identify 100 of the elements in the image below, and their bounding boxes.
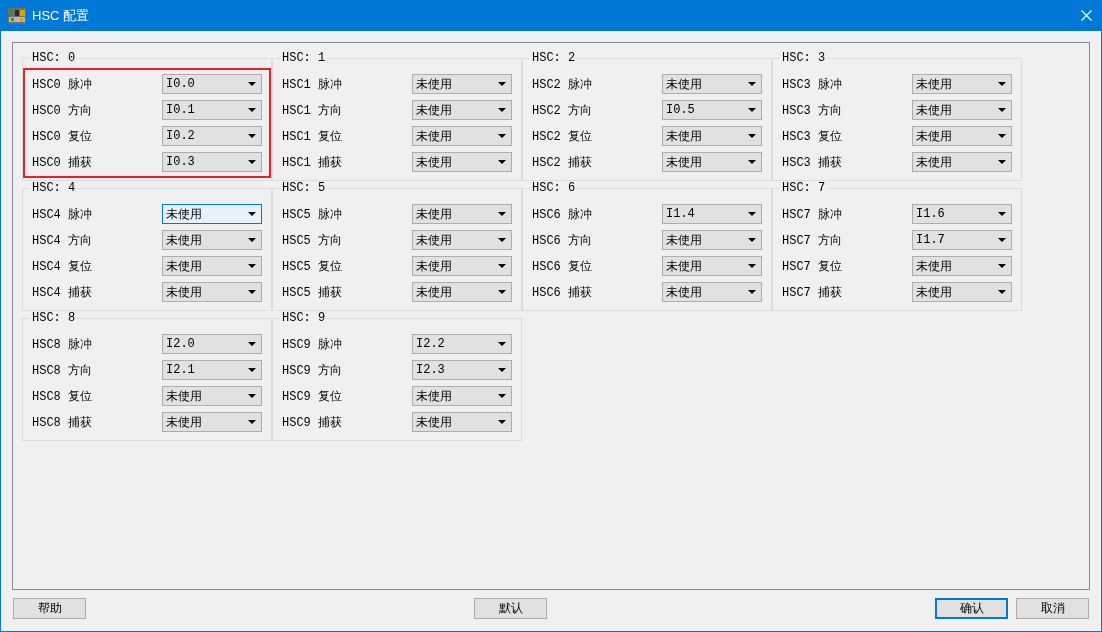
field-label: HSC0 脉冲 xyxy=(32,76,92,93)
dropdown[interactable]: 未使用 xyxy=(912,126,1012,146)
caret-icon xyxy=(248,368,256,372)
field-label: HSC4 方向 xyxy=(32,232,92,249)
dialog-button[interactable]: 默认 xyxy=(474,598,547,619)
dropdown[interactable]: I2.0 xyxy=(162,334,262,354)
field-label: HSC2 捕获 xyxy=(532,154,592,171)
caret-icon xyxy=(998,160,1006,164)
dropdown[interactable]: 未使用 xyxy=(412,230,512,250)
caret-icon xyxy=(748,238,756,242)
dropdown[interactable]: I1.6 xyxy=(912,204,1012,224)
dropdown[interactable]: 未使用 xyxy=(412,386,512,406)
dropdown[interactable]: 未使用 xyxy=(662,230,762,250)
dropdown[interactable]: 未使用 xyxy=(662,152,762,172)
dropdown[interactable]: I0.5 xyxy=(662,100,762,120)
field-label: HSC7 复位 xyxy=(782,258,842,275)
caret-icon xyxy=(248,238,256,242)
dropdown[interactable]: I2.1 xyxy=(162,360,262,380)
dialog-button[interactable]: 帮助 xyxy=(13,598,86,619)
dropdown[interactable]: 未使用 xyxy=(412,282,512,302)
caret-icon xyxy=(498,368,506,372)
dropdown[interactable]: I0.3 xyxy=(162,152,262,172)
field-label: HSC5 捕获 xyxy=(282,284,342,301)
caret-icon xyxy=(998,264,1006,268)
caret-icon xyxy=(248,342,256,346)
dropdown[interactable]: 未使用 xyxy=(162,282,262,302)
dropdown[interactable]: I1.4 xyxy=(662,204,762,224)
group-title: HSC: 6 xyxy=(531,181,577,195)
caret-icon xyxy=(498,212,506,216)
dropdown[interactable]: I0.2 xyxy=(162,126,262,146)
field-label: HSC2 方向 xyxy=(532,102,592,119)
caret-icon xyxy=(498,342,506,346)
caret-icon xyxy=(248,212,256,216)
field-label: HSC0 方向 xyxy=(32,102,92,119)
dropdown[interactable]: I0.0 xyxy=(162,74,262,94)
dropdown[interactable]: 未使用 xyxy=(662,74,762,94)
field-label: HSC3 捕获 xyxy=(782,154,842,171)
dropdown[interactable]: 未使用 xyxy=(162,204,262,224)
dropdown[interactable]: 未使用 xyxy=(912,152,1012,172)
caret-icon xyxy=(498,82,506,86)
field-label: HSC3 方向 xyxy=(782,102,842,119)
field-label: HSC6 捕获 xyxy=(532,284,592,301)
field-label: HSC2 复位 xyxy=(532,128,592,145)
caret-icon xyxy=(248,420,256,424)
dropdown[interactable]: 未使用 xyxy=(912,256,1012,276)
group-title: HSC: 8 xyxy=(31,311,77,325)
caret-icon xyxy=(748,264,756,268)
dropdown[interactable]: 未使用 xyxy=(412,204,512,224)
dropdown[interactable]: I0.1 xyxy=(162,100,262,120)
field-label: HSC8 方向 xyxy=(32,362,92,379)
caret-icon xyxy=(748,290,756,294)
field-label: HSC6 脉冲 xyxy=(532,206,592,223)
group-title: HSC: 7 xyxy=(781,181,827,195)
dropdown[interactable]: 未使用 xyxy=(412,126,512,146)
dropdown[interactable]: I1.7 xyxy=(912,230,1012,250)
caret-icon xyxy=(498,134,506,138)
field-label: HSC7 脉冲 xyxy=(782,206,842,223)
dropdown[interactable]: 未使用 xyxy=(412,74,512,94)
group-title: HSC: 0 xyxy=(31,51,77,65)
dropdown[interactable]: 未使用 xyxy=(412,152,512,172)
caret-icon xyxy=(748,160,756,164)
field-label: HSC8 脉冲 xyxy=(32,336,92,353)
caret-icon xyxy=(248,290,256,294)
dropdown[interactable]: I2.2 xyxy=(412,334,512,354)
field-label: HSC6 复位 xyxy=(532,258,592,275)
dialog-button[interactable]: 取消 xyxy=(1016,598,1089,619)
group-title: HSC: 2 xyxy=(531,51,577,65)
device-icon xyxy=(8,7,26,24)
dropdown[interactable]: 未使用 xyxy=(662,256,762,276)
group-title: HSC: 4 xyxy=(31,181,77,195)
caret-icon xyxy=(248,160,256,164)
caret-icon xyxy=(248,108,256,112)
dropdown[interactable]: 未使用 xyxy=(662,282,762,302)
caret-icon xyxy=(498,238,506,242)
caret-icon xyxy=(248,264,256,268)
field-label: HSC7 方向 xyxy=(782,232,842,249)
dropdown[interactable]: 未使用 xyxy=(412,100,512,120)
dialog-button[interactable]: 确认 xyxy=(935,598,1008,619)
window-title: HSC 配置 xyxy=(32,6,90,25)
dropdown[interactable]: 未使用 xyxy=(912,100,1012,120)
caret-icon xyxy=(998,238,1006,242)
dropdown[interactable]: 未使用 xyxy=(912,282,1012,302)
dropdown[interactable]: 未使用 xyxy=(912,74,1012,94)
caret-icon xyxy=(998,212,1006,216)
caret-icon xyxy=(998,82,1006,86)
dropdown[interactable]: 未使用 xyxy=(162,256,262,276)
caret-icon xyxy=(998,134,1006,138)
dropdown[interactable]: 未使用 xyxy=(162,412,262,432)
group-title: HSC: 1 xyxy=(281,51,327,65)
dropdown[interactable]: 未使用 xyxy=(412,412,512,432)
caret-icon xyxy=(498,264,506,268)
field-label: HSC1 脉冲 xyxy=(282,76,342,93)
caret-icon xyxy=(998,290,1006,294)
dropdown[interactable]: 未使用 xyxy=(162,386,262,406)
dropdown[interactable]: 未使用 xyxy=(162,230,262,250)
dropdown[interactable]: 未使用 xyxy=(662,126,762,146)
dropdown[interactable]: 未使用 xyxy=(412,256,512,276)
caret-icon xyxy=(498,394,506,398)
field-label: HSC4 复位 xyxy=(32,258,92,275)
dropdown[interactable]: I2.3 xyxy=(412,360,512,380)
